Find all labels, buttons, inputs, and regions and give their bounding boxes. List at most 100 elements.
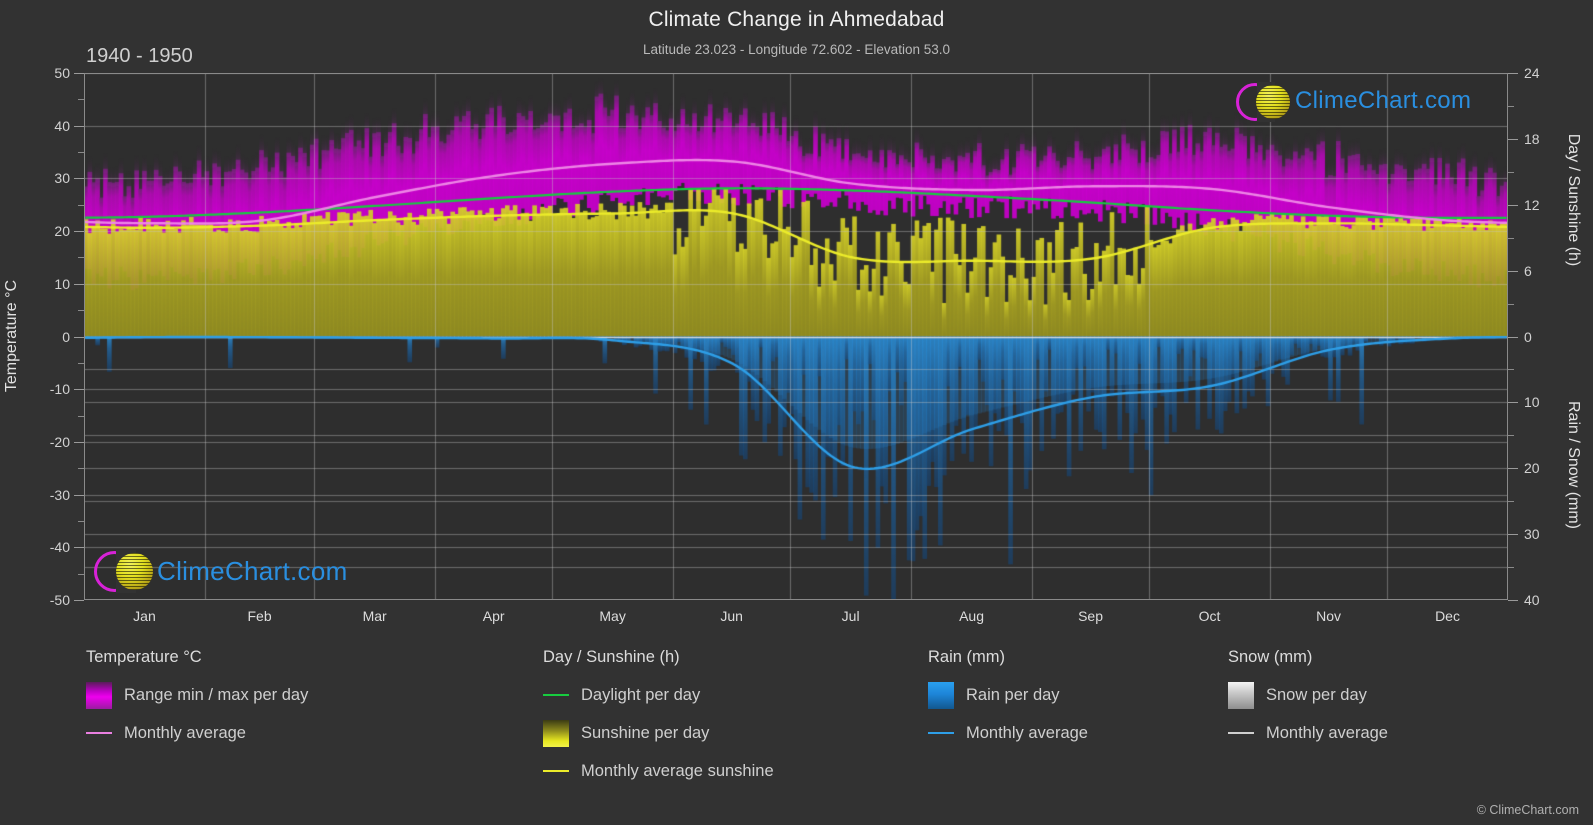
y-tick-mark-right (1508, 600, 1518, 601)
y-tick-right-bottom: 40 (1524, 592, 1540, 608)
y-tick-mark-right-minor (1508, 171, 1514, 173)
legend-group-2: Rain (mm) Rain per day Monthly average (928, 648, 1088, 756)
legend-item-label: Monthly average sunshine (581, 761, 774, 780)
x-tick-feb: Feb (247, 608, 272, 624)
legend-group-1: Day / Sunshine (h) Daylight per day Sunshi… (543, 648, 774, 794)
copyright-text: © ClimeChart.com (1476, 803, 1579, 817)
y-tick-mark-left (74, 125, 84, 127)
legend-group-0: Temperature °C Range min / max per day Mon… (86, 648, 308, 756)
y-tick-mark-left (74, 600, 84, 601)
y-tick-mark-right (1508, 270, 1518, 272)
x-tick-mar: Mar (362, 608, 387, 624)
y-tick-mark-left (74, 547, 84, 549)
y-tick-mark-left (74, 178, 84, 180)
y-tick-left: 10 (54, 275, 70, 292)
y-tick-mark-right-minor (1508, 303, 1514, 305)
legend-line-swatch (86, 732, 112, 734)
page-title: Climate Change in Ahmedabad (648, 8, 945, 31)
legend-item-label: Snow per day (1266, 685, 1367, 704)
y-tick-mark-right-minor (1508, 369, 1514, 371)
y-tick-left: -50 (49, 592, 70, 608)
y-tick-mark-left (74, 441, 84, 443)
legend-color-swatch (86, 681, 112, 709)
climate-chart: Climate Change in Ahmedabad Latitude 23.… (0, 0, 1593, 825)
chart-legend: Temperature °C Range min / max per day Mon… (0, 648, 1593, 825)
y-tick-mark-right (1508, 204, 1518, 206)
legend-item[interactable]: Snow per day (1228, 680, 1388, 710)
y-tick-mark-right (1508, 534, 1518, 536)
watermark-logo-top: ClimeChart.com (1236, 80, 1471, 122)
x-tick-jan: Jan (133, 608, 156, 624)
x-tick-sep: Sep (1078, 608, 1103, 624)
legend-line-swatch (543, 770, 569, 772)
watermark-logo-text: ClimeChart.com (157, 555, 348, 586)
chart-subtitle: Latitude 23.023 - Longitude 72.602 - Ele… (643, 42, 950, 57)
x-tick-apr: Apr (482, 608, 505, 624)
x-tick-jul: Jul (841, 608, 860, 624)
x-tick-nov: Nov (1316, 608, 1341, 624)
y-tick-right-top: 0 (1524, 328, 1532, 345)
x-tick-oct: Oct (1198, 608, 1221, 624)
legend-item[interactable]: Rain per day (928, 680, 1088, 710)
legend-group-3: Snow (mm) Snow per day Monthly average (1228, 648, 1388, 756)
period-label: 1940 - 1950 (86, 45, 193, 67)
y-tick-left: -10 (49, 381, 70, 398)
legend-item[interactable]: Monthly average (1228, 718, 1388, 748)
y-tick-right-bottom: 30 (1524, 526, 1540, 543)
plot-canvas (84, 73, 1508, 600)
legend-item[interactable]: Daylight per day (543, 680, 774, 710)
y-tick-left: -40 (49, 539, 70, 556)
y-tick-mark-right (1508, 402, 1518, 404)
y-tick-mark-left (74, 494, 84, 496)
y-tick-right-top: 6 (1524, 262, 1532, 279)
x-tick-dec: Dec (1435, 608, 1460, 624)
legend-item-label: Sunshine per day (581, 723, 710, 742)
y-tick-right-bottom: 20 (1524, 460, 1540, 477)
legend-group-title: Rain (mm) (928, 648, 1005, 666)
legend-item-label: Range min / max per day (124, 685, 309, 704)
y-tick-right-bottom: 10 (1524, 394, 1540, 411)
y-tick-right-top: 18 (1524, 130, 1540, 147)
y-tick-left: 30 (54, 170, 70, 187)
legend-color-swatch (543, 719, 569, 747)
legend-color-swatch (1228, 681, 1254, 709)
legend-item[interactable]: Sunshine per day (543, 718, 774, 748)
y-tick-left: -20 (49, 433, 70, 450)
x-tick-may: May (599, 608, 626, 624)
legend-line-swatch (928, 732, 954, 734)
y-tick-mark-left (74, 283, 84, 285)
legend-color-swatch (928, 681, 954, 709)
legend-item[interactable]: Range min / max per day (86, 680, 308, 710)
legend-item[interactable]: Monthly average (928, 718, 1088, 748)
y-tick-mark-right (1508, 468, 1518, 470)
y-tick-left: 0 (62, 328, 70, 345)
y-tick-left: -30 (49, 486, 70, 503)
legend-line-swatch (543, 694, 569, 696)
y-tick-mark-right-minor (1508, 501, 1514, 503)
x-tick-aug: Aug (959, 608, 984, 624)
watermark-logo-bottom: ClimeChart.com (94, 548, 348, 594)
plot-area (84, 73, 1508, 600)
y-tick-mark-right-minor (1508, 435, 1514, 437)
legend-item[interactable]: Monthly average (86, 718, 308, 748)
legend-item-label: Monthly average (124, 723, 246, 742)
y-axis-title-right-bottom: Rain / Snow (mm) (1565, 400, 1582, 530)
legend-item[interactable]: Monthly average sunshine (543, 756, 774, 786)
y-tick-mark-right (1508, 336, 1518, 338)
y-tick-right-top: 12 (1524, 196, 1540, 213)
y-tick-mark-left (74, 231, 84, 233)
y-tick-mark-left (74, 389, 84, 391)
y-tick-mark-right-minor (1508, 237, 1514, 239)
legend-item-label: Monthly average (966, 723, 1088, 742)
legend-group-title: Temperature °C (86, 648, 202, 666)
y-tick-mark-right (1508, 138, 1518, 140)
y-tick-mark-right-minor (1508, 105, 1514, 107)
y-tick-left: 20 (54, 223, 70, 240)
legend-group-title: Snow (mm) (1228, 648, 1313, 666)
legend-group-title: Day / Sunshine (h) (543, 648, 680, 666)
legend-line-swatch (1228, 732, 1254, 734)
x-tick-jun: Jun (720, 608, 743, 624)
legend-item-label: Monthly average (1266, 723, 1388, 742)
legend-item-label: Daylight per day (581, 685, 701, 704)
y-tick-left: 40 (54, 117, 70, 134)
